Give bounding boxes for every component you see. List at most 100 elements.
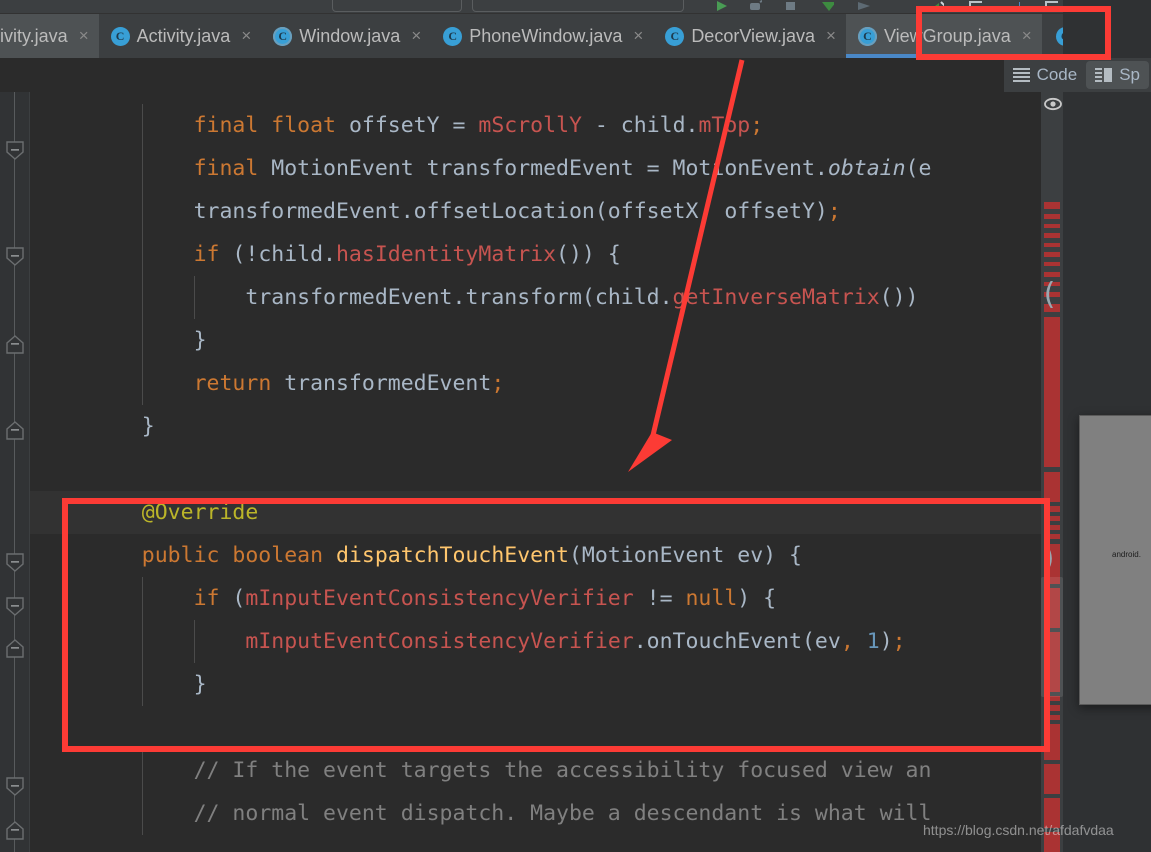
code-token: offsetY) <box>711 199 828 224</box>
attach-debugger-icon[interactable] <box>856 0 870 12</box>
code-line[interactable]: @Override <box>30 491 1041 534</box>
stop-icon[interactable] <box>784 0 798 12</box>
error-stripe-mark[interactable] <box>1044 252 1060 257</box>
error-stripe-mark[interactable] <box>1044 262 1060 266</box>
view-mode-split-button[interactable]: Sp <box>1086 61 1149 89</box>
error-stripe-mark[interactable] <box>1044 224 1060 228</box>
indent-guide <box>141 147 143 190</box>
code-line[interactable]: mInputEventConsistencyVerifier.onTouchEv… <box>30 620 1041 663</box>
fold-start-marker-icon[interactable] <box>4 820 26 840</box>
code-line[interactable]: } <box>30 663 1041 706</box>
layout-inspector-icon[interactable] <box>1006 0 1020 12</box>
code-line[interactable] <box>30 706 1041 749</box>
fold-end-marker-icon[interactable] <box>4 140 26 160</box>
code-line[interactable]: public boolean dispatchTouchEvent(Motion… <box>30 534 1041 577</box>
error-stripe-mark[interactable] <box>1044 534 1060 539</box>
close-icon[interactable]: × <box>633 26 643 46</box>
code-token: } <box>193 672 207 697</box>
view-mode-code-button[interactable]: Code <box>1004 61 1087 89</box>
fold-end-marker-icon[interactable] <box>4 552 26 572</box>
code-token: ( <box>219 586 246 611</box>
indent-guide <box>141 233 143 276</box>
code-line[interactable]: } <box>30 319 1041 362</box>
code-line[interactable]: final MotionEvent transformedEvent = Mot… <box>30 147 1041 190</box>
fold-end-marker-icon[interactable] <box>4 776 26 796</box>
code-line[interactable]: if (mInputEventConsistencyVerifier != nu… <box>30 577 1041 620</box>
toolbar-run-config-group[interactable] <box>332 0 462 12</box>
fold-start-marker-icon[interactable] <box>4 638 26 658</box>
sdk-manager-icon[interactable] <box>968 0 982 12</box>
code-token: != <box>633 586 686 611</box>
code-line[interactable]: // normal event dispatch. Maybe a descen… <box>30 792 1041 835</box>
ide-window: ivity.java × C Activity.java × C Window.… <box>0 0 1151 852</box>
code-line[interactable]: transformedEvent.transform(child.getInve… <box>30 276 1041 319</box>
profiler-icon[interactable] <box>820 0 834 12</box>
close-icon[interactable]: × <box>1022 26 1032 46</box>
editor-tab-window[interactable]: C Window.java × <box>261 14 431 58</box>
eye-icon[interactable] <box>1044 96 1062 112</box>
code-token: mInputEventConsistencyVerifier <box>245 586 634 611</box>
code-token: ) <box>879 629 893 654</box>
code-line-text: // If the event targets the accessibilit… <box>194 749 932 792</box>
error-stripe-mark[interactable] <box>1044 472 1060 502</box>
code-editor[interactable]: final float offsetY = mScrollY - child.m… <box>0 92 1151 852</box>
code-line-text: if (mInputEventConsistencyVerifier != nu… <box>194 577 777 620</box>
error-stripe-mark[interactable] <box>1044 715 1060 720</box>
editor-tab-phonewindow[interactable]: C PhoneWindow.java × <box>431 14 653 58</box>
error-stripe-mark[interactable] <box>1044 317 1060 467</box>
close-icon[interactable]: × <box>826 26 836 46</box>
code-line[interactable]: } <box>30 405 1041 448</box>
code-line[interactable]: return transformedEvent; <box>30 362 1041 405</box>
fold-start-marker-icon[interactable] <box>4 334 26 354</box>
error-stripe-mark[interactable] <box>1044 525 1060 530</box>
code-line-text: public boolean dispatchTouchEvent(Motion… <box>142 534 802 577</box>
error-stripe-mark[interactable] <box>1044 233 1060 238</box>
code-line[interactable]: final float offsetY = mScrollY - child.m… <box>30 104 1041 147</box>
code-line[interactable]: if (!child.hasIdentityMatrix()) { <box>30 233 1041 276</box>
code-token: (!child. <box>219 242 336 267</box>
code-line[interactable]: transformedEvent.offsetLocation(offsetX,… <box>30 190 1041 233</box>
device-file-explorer-icon[interactable] <box>1044 0 1058 12</box>
code-token: transformedEvent.offsetLocation(offsetX <box>193 199 699 224</box>
debug-icon[interactable] <box>748 0 762 12</box>
fold-end-marker-icon[interactable] <box>4 596 26 616</box>
code-token: ; <box>491 371 505 396</box>
close-icon[interactable]: × <box>411 26 421 46</box>
close-icon[interactable]: × <box>241 26 251 46</box>
error-stripe-mark[interactable] <box>1044 202 1060 209</box>
code-token: transformedEvent <box>271 371 492 396</box>
toolbar-device-group[interactable] <box>472 0 684 12</box>
java-class-icon: C <box>273 26 293 46</box>
editor-tab-activity[interactable]: C Activity.java × <box>99 14 262 58</box>
editor-tab-0[interactable]: ivity.java × <box>0 14 99 58</box>
editor-tab-bar[interactable]: ivity.java × C Activity.java × C Window.… <box>0 14 1151 58</box>
documentation-popup[interactable]: android. <box>1079 415 1151 705</box>
error-stripe-mark[interactable] <box>1044 705 1060 711</box>
avd-manager-icon[interactable] <box>930 0 944 12</box>
code-text-area[interactable]: final float offsetY = mScrollY - child.m… <box>30 92 1041 852</box>
error-stripe-mark[interactable] <box>1044 506 1060 512</box>
editor-gutter[interactable] <box>0 92 30 852</box>
error-stripe-mark[interactable] <box>1044 764 1060 794</box>
fold-end-marker-icon[interactable] <box>4 246 26 266</box>
error-stripe-mark[interactable] <box>1044 214 1060 219</box>
editor-tab-viewgroup[interactable]: C ViewGroup.java × <box>845 14 1042 58</box>
fold-start-marker-icon[interactable] <box>4 420 26 440</box>
error-stripe-mark[interactable] <box>1044 243 1060 247</box>
code-line[interactable]: // If the event targets the accessibilit… <box>30 749 1041 792</box>
editor-tab-decorview[interactable]: C DecorView.java × <box>653 14 846 58</box>
code-line[interactable] <box>30 448 1041 491</box>
java-class-icon: C <box>443 26 463 46</box>
error-stripe-mark[interactable] <box>1044 516 1060 521</box>
code-token: mInputEventConsistencyVerifier <box>245 629 634 654</box>
run-icon[interactable] <box>714 0 728 12</box>
error-stripe-mark[interactable] <box>1044 724 1060 760</box>
vertical-scrollbar-thumb[interactable] <box>1041 577 1063 697</box>
code-token: offsetY = <box>336 113 479 138</box>
close-icon[interactable]: × <box>79 26 89 46</box>
code-token: transformedEvent.transform(child. <box>245 285 673 310</box>
java-class-icon: C <box>857 26 877 46</box>
indent-guide <box>141 190 143 233</box>
editor-view-switcher[interactable]: Code Sp <box>1003 58 1151 92</box>
